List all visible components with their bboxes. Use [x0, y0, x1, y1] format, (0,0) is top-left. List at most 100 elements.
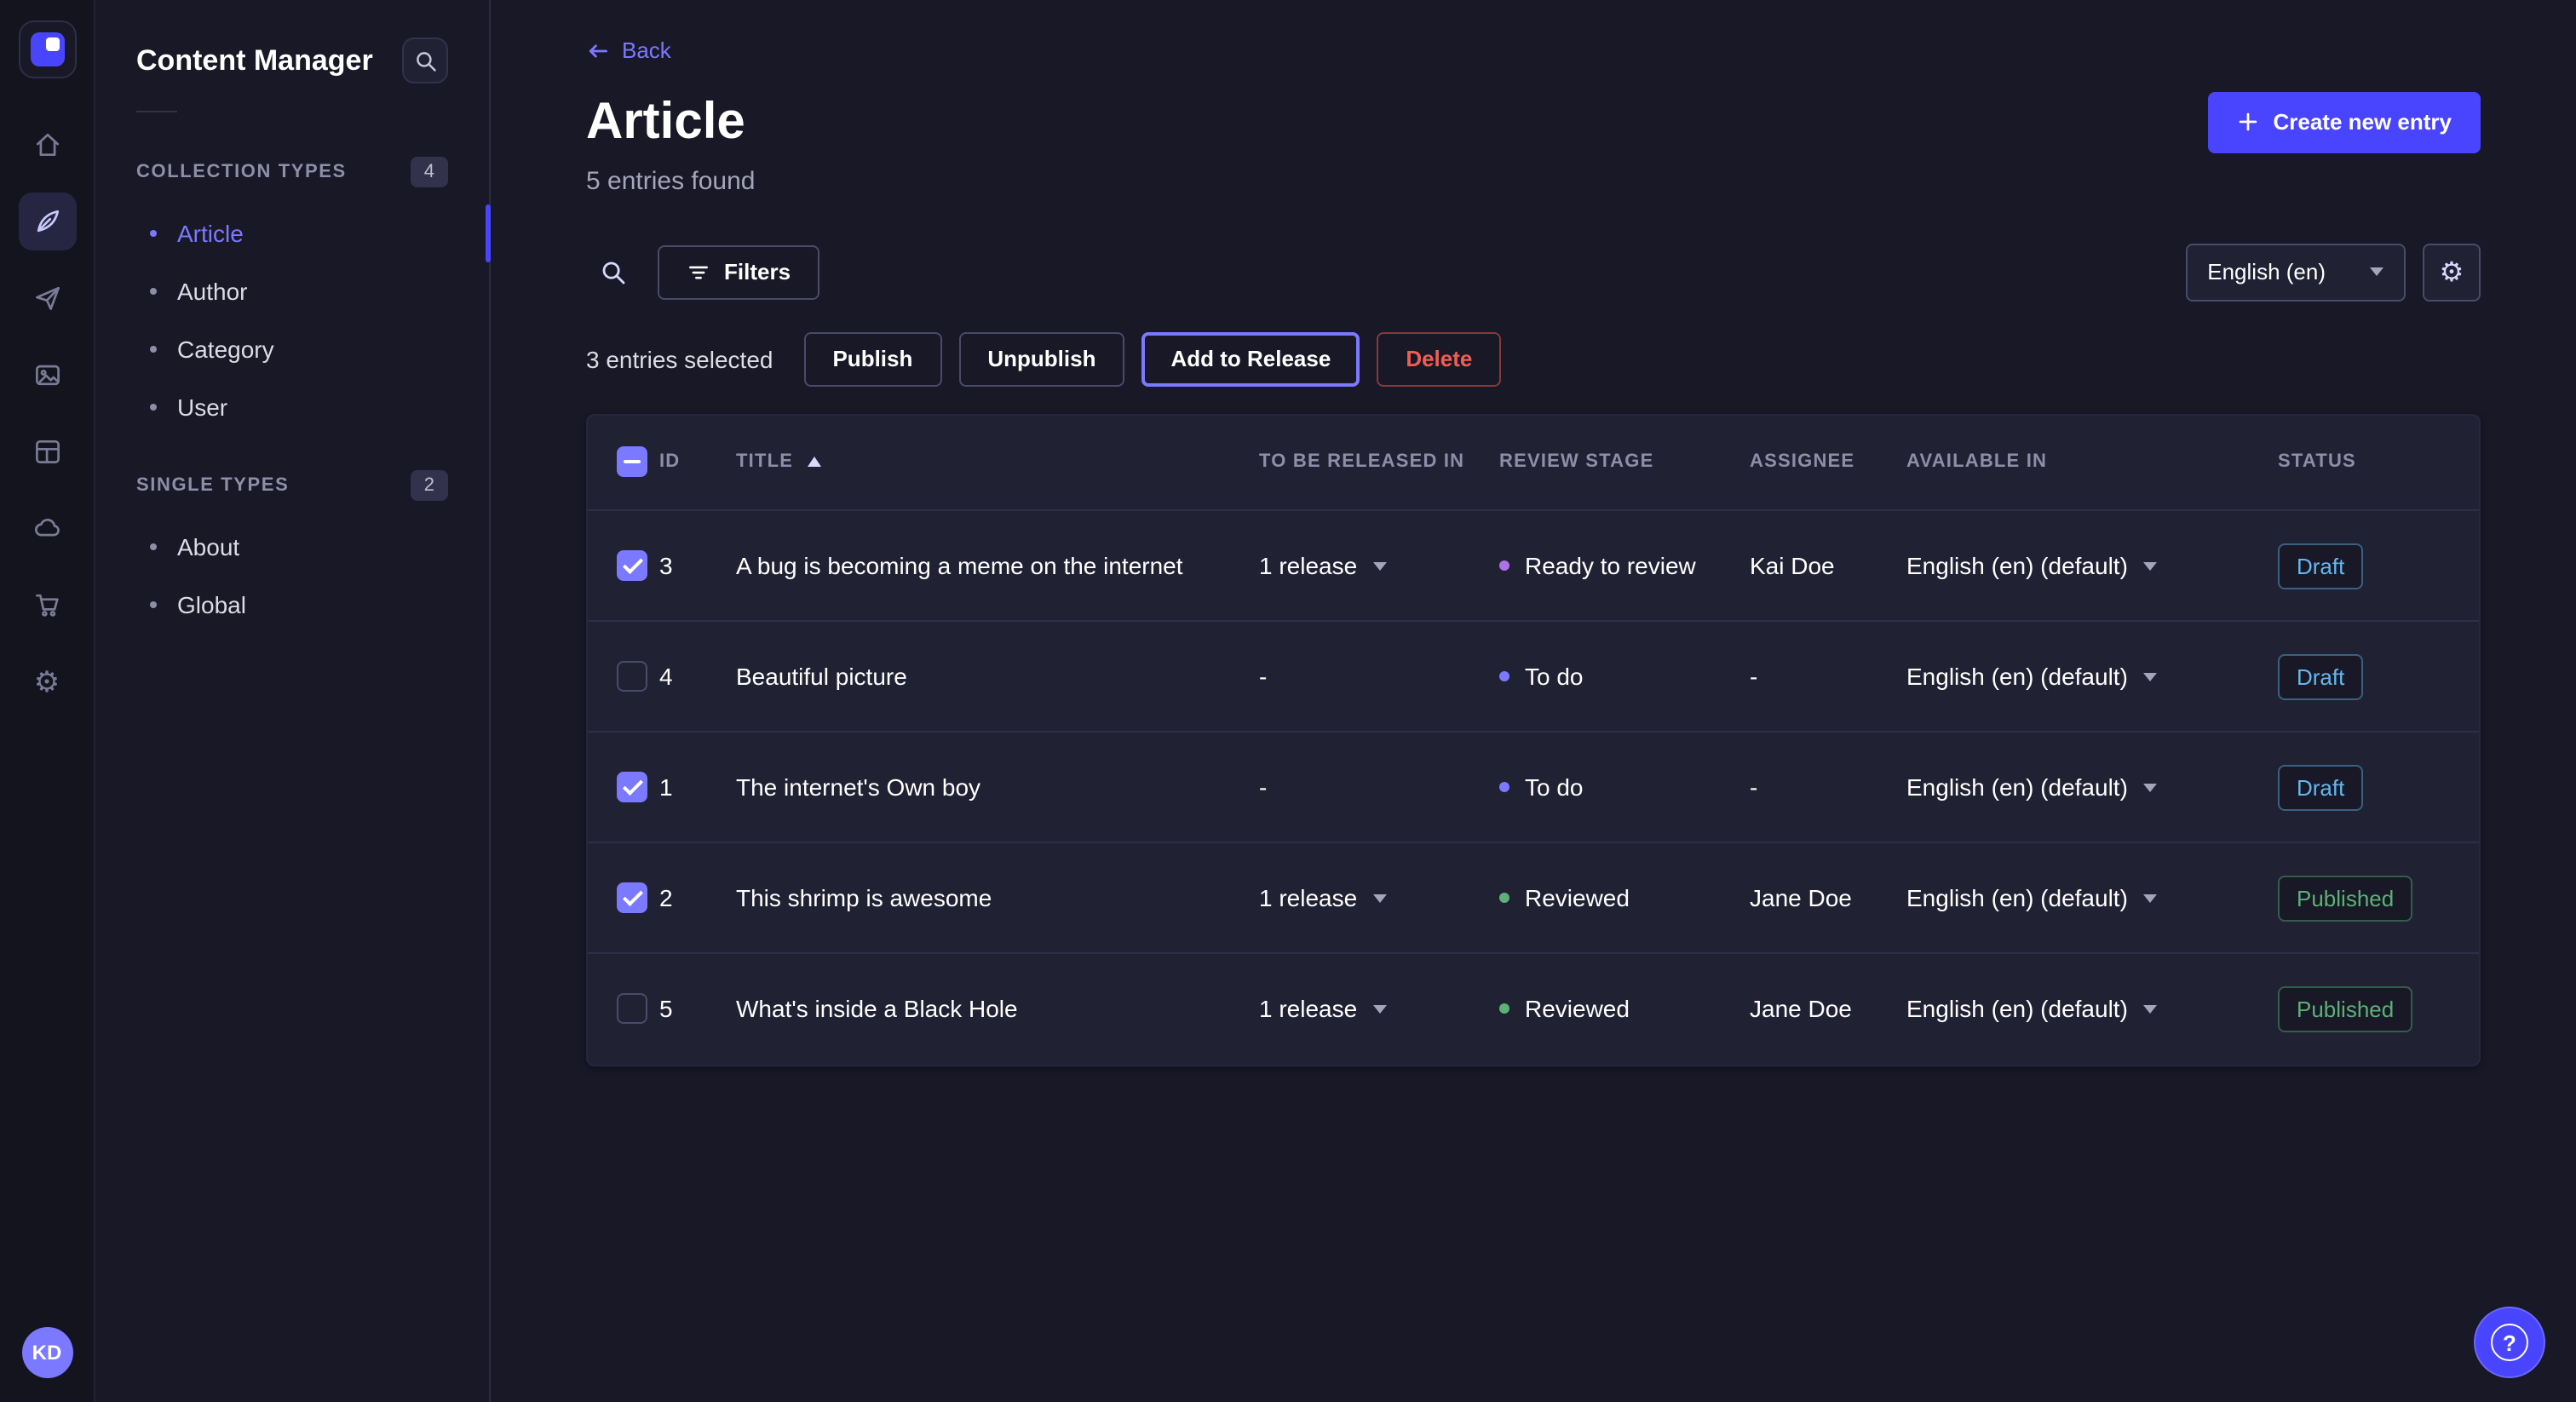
toolbar: Filters English (en) ⚙	[586, 243, 2481, 301]
settings-gear-icon[interactable]: ⚙	[18, 652, 76, 710]
content-type-builder-icon[interactable]	[18, 422, 76, 480]
select-all-checkbox[interactable]	[617, 447, 647, 478]
table-row[interactable]: 4 Beautiful picture - To do - English (e…	[588, 621, 2481, 732]
table-header-row: ID TITLE TO BE RELEASED IN REVIEW STAGE …	[588, 415, 2481, 510]
cell-title: A bug is becoming a meme on the internet	[736, 552, 1183, 579]
sidebar-header: Content Manager	[136, 37, 448, 83]
row-checkbox[interactable]	[617, 882, 647, 913]
single-types-section: SINGLE TYPES 2 About Global	[136, 460, 448, 634]
publish-button[interactable]: Publish	[803, 331, 941, 386]
stage-dot	[1499, 1004, 1509, 1014]
table-row[interactable]: 3 A bug is becoming a meme on the intern…	[588, 510, 2481, 621]
question-mark-icon: ?	[2491, 1324, 2528, 1361]
table-row[interactable]: 5 What's inside a Black Hole 1 release R…	[588, 953, 2481, 1064]
cell-id: 4	[659, 663, 673, 690]
back-label: Back	[622, 37, 671, 63]
cell-available: English (en) (default)	[1906, 663, 2128, 690]
cell-available: English (en) (default)	[1906, 996, 2128, 1023]
locale-chevron-icon[interactable]	[2143, 561, 2157, 570]
sidebar-item-user[interactable]: User	[136, 378, 448, 436]
arrow-left-icon	[586, 38, 610, 62]
marketplace-cart-icon[interactable]	[18, 576, 76, 634]
locale-selected-value: English (en)	[2207, 259, 2326, 284]
cell-id: 1	[659, 773, 673, 801]
header-assignee: ASSIGNEE	[1750, 452, 1854, 473]
add-to-release-button[interactable]: Add to Release	[1141, 331, 1360, 386]
header-status: STATUS	[2278, 452, 2356, 473]
release-chevron-icon[interactable]	[1372, 561, 1386, 570]
sidebar-search-button[interactable]	[402, 37, 448, 83]
strapi-logo-mark	[30, 32, 64, 66]
releases-icon[interactable]	[18, 269, 76, 327]
create-new-entry-button[interactable]: Create new entry	[2208, 91, 2481, 152]
locale-chevron-icon[interactable]	[2143, 783, 2157, 791]
release-chevron-icon[interactable]	[1372, 1005, 1386, 1014]
strapi-logo[interactable]	[18, 20, 76, 78]
deploy-cloud-icon[interactable]	[18, 499, 76, 557]
locale-chevron-icon[interactable]	[2143, 672, 2157, 681]
home-icon[interactable]	[18, 116, 76, 174]
sidebar-item-label: Global	[177, 591, 246, 618]
bullet-icon	[150, 288, 157, 295]
header-title: TITLE	[736, 452, 793, 473]
entries-count-subtitle: 5 entries found	[586, 166, 2481, 195]
release-chevron-icon[interactable]	[1372, 893, 1386, 902]
cell-available: English (en) (default)	[1906, 552, 2128, 579]
status-badge: Published	[2278, 875, 2412, 921]
sidebar-item-article[interactable]: Article	[136, 204, 448, 262]
sidebar-item-about[interactable]: About	[136, 518, 448, 576]
plus-icon	[2237, 111, 2259, 133]
cell-assignee: Kai Doe	[1750, 552, 1835, 579]
cell-assignee: Jane Doe	[1750, 996, 1852, 1023]
search-button[interactable]	[586, 244, 641, 299]
toolbar-right: English (en) ⚙	[2185, 243, 2481, 301]
locale-chevron-icon[interactable]	[2143, 1005, 2157, 1014]
cell-assignee: -	[1750, 663, 1757, 690]
sidebar-item-author[interactable]: Author	[136, 262, 448, 320]
collection-types-count-badge: 4	[411, 157, 448, 187]
view-settings-button[interactable]: ⚙	[2423, 243, 2481, 301]
selection-count: 3 entries selected	[586, 345, 773, 372]
row-checkbox[interactable]	[617, 550, 647, 581]
cell-stage: To do	[1525, 663, 1584, 690]
media-library-icon[interactable]	[18, 346, 76, 404]
sidebar-item-label: Author	[177, 278, 248, 305]
row-checkbox[interactable]	[617, 994, 647, 1025]
unpublish-button[interactable]: Unpublish	[958, 331, 1124, 386]
single-types-header: SINGLE TYPES 2	[136, 460, 448, 518]
cell-stage: Reviewed	[1525, 996, 1630, 1023]
help-button[interactable]: ?	[2474, 1307, 2545, 1378]
cell-release: 1 release	[1259, 884, 1357, 911]
status-badge: Published	[2278, 986, 2412, 1032]
bullet-icon	[150, 230, 157, 237]
cell-title: This shrimp is awesome	[736, 884, 992, 911]
row-checkbox[interactable]	[617, 772, 647, 802]
gear-icon: ⚙	[2440, 255, 2464, 289]
cell-release: -	[1259, 773, 1267, 801]
filters-button[interactable]: Filters	[658, 244, 819, 299]
filter-icon	[687, 260, 710, 284]
sort-ascending-icon[interactable]	[807, 457, 820, 468]
locale-chevron-icon[interactable]	[2143, 893, 2157, 902]
collection-types-header: COLLECTION TYPES 4	[136, 147, 448, 204]
delete-button[interactable]: Delete	[1377, 331, 1501, 386]
locale-select[interactable]: English (en)	[2185, 243, 2406, 301]
sidebar-item-label: Article	[177, 220, 244, 247]
page-title: Article	[586, 93, 745, 151]
cell-stage: To do	[1525, 773, 1584, 801]
row-checkbox[interactable]	[617, 661, 647, 692]
create-new-entry-label: Create new entry	[2273, 109, 2452, 135]
content-manager-icon[interactable]	[18, 192, 76, 250]
toolbar-left: Filters	[586, 244, 819, 299]
cell-title: What's inside a Black Hole	[736, 996, 1018, 1023]
table-row[interactable]: 1 The internet's Own boy - To do - Engli…	[588, 732, 2481, 842]
back-link[interactable]: Back	[586, 37, 671, 63]
sidebar-item-category[interactable]: Category	[136, 320, 448, 378]
table-row[interactable]: 2 This shrimp is awesome 1 release Revie…	[588, 842, 2481, 953]
header-id: ID	[659, 452, 680, 473]
bullet-icon	[150, 543, 157, 550]
selection-actions-row: 3 entries selected Publish Unpublish Add…	[586, 331, 2481, 386]
user-avatar[interactable]: KD	[21, 1327, 72, 1378]
search-icon	[413, 49, 437, 72]
sidebar-item-global[interactable]: Global	[136, 576, 448, 634]
